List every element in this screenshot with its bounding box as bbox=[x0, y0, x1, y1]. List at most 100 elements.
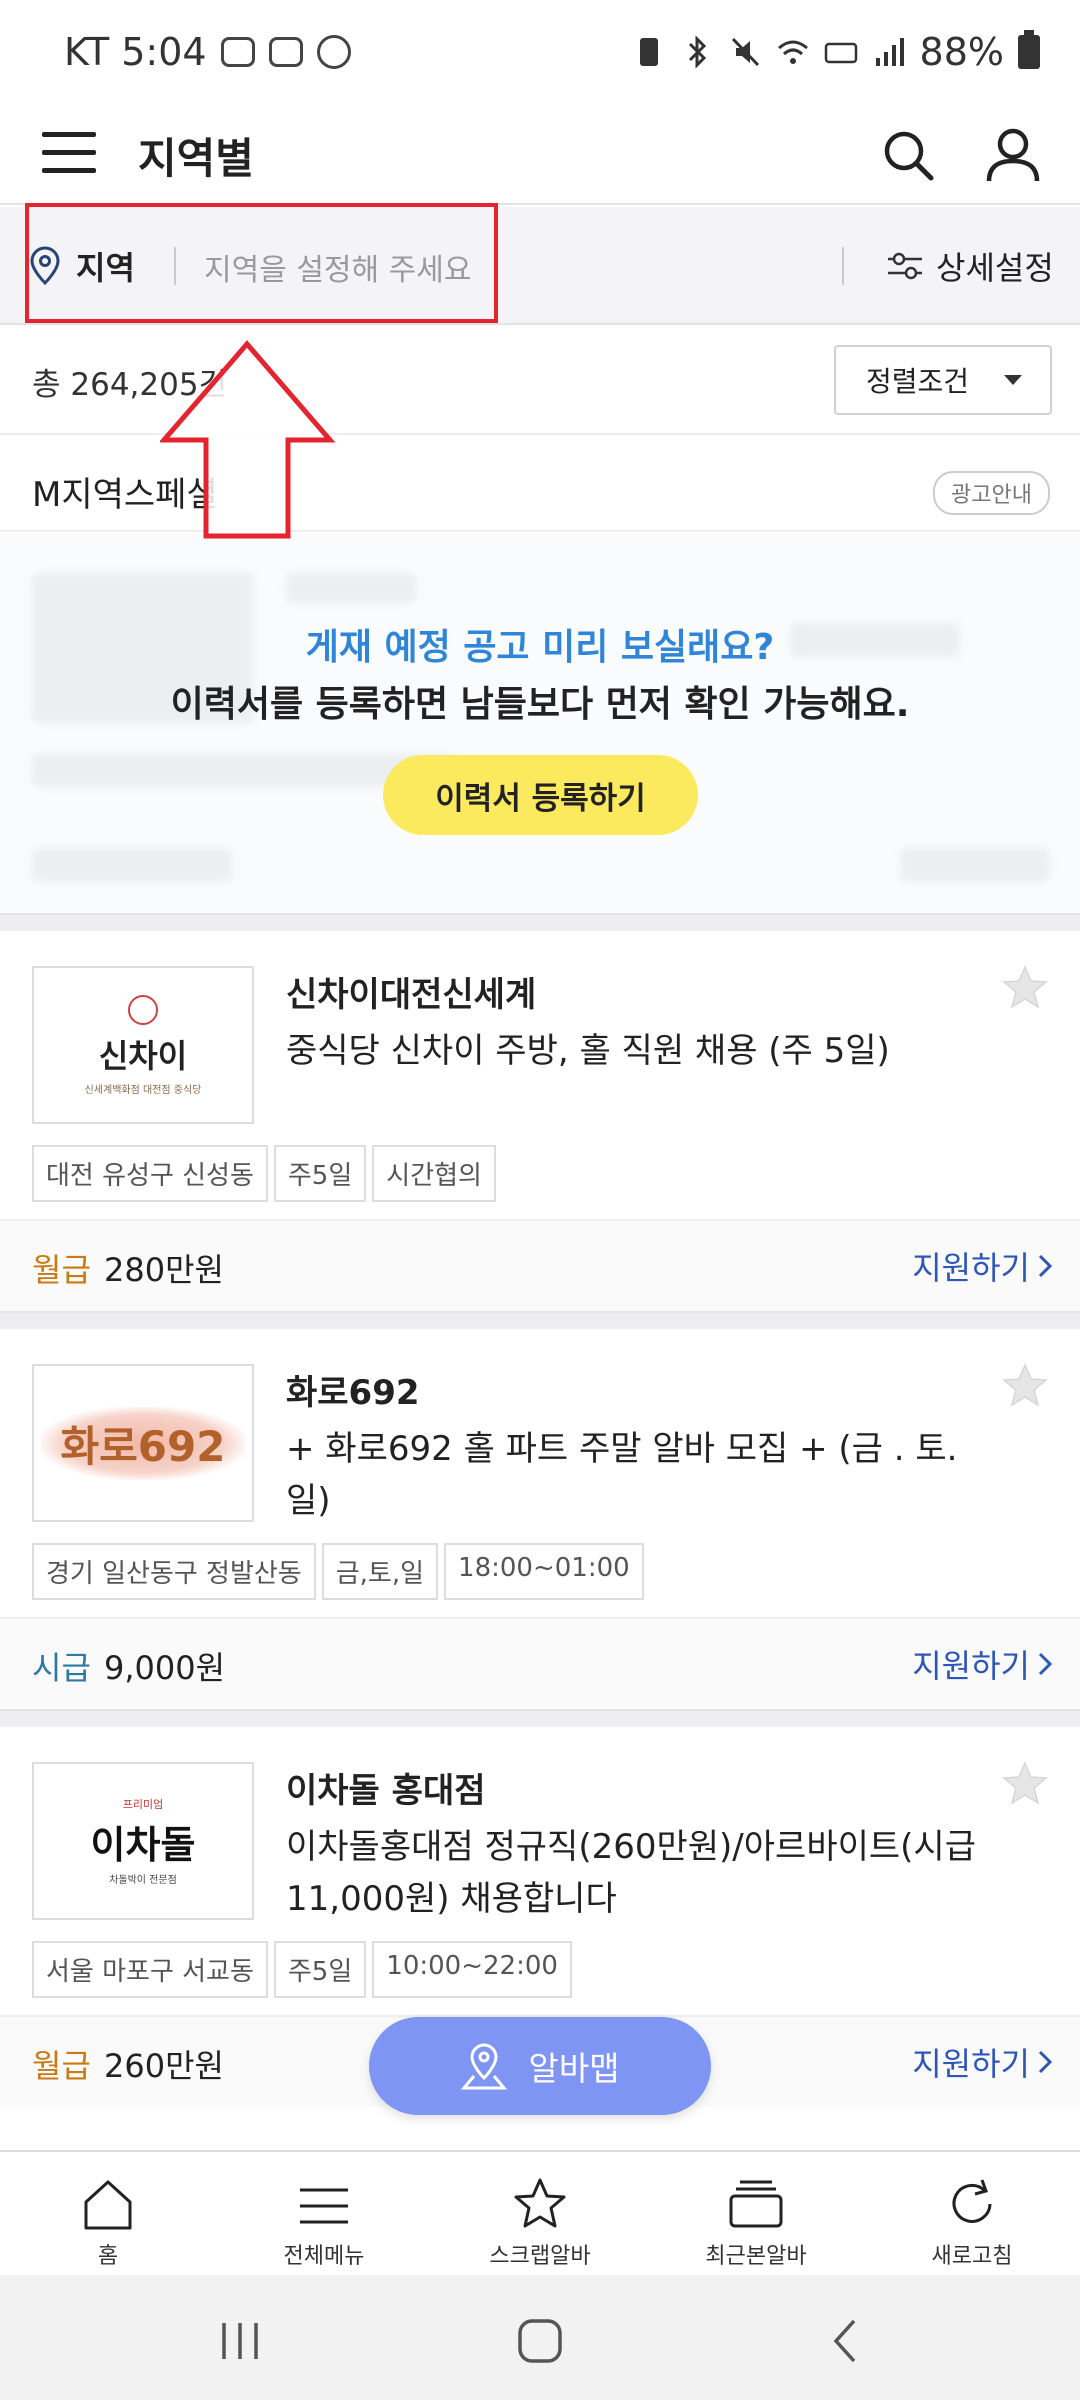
star-icon[interactable] bbox=[1000, 963, 1050, 1013]
nav-home[interactable]: 홈 bbox=[0, 2152, 216, 2275]
blurred-text bbox=[900, 848, 1050, 882]
app-header: 지역별 bbox=[0, 105, 1080, 205]
home-button-icon[interactable] bbox=[510, 2311, 570, 2371]
chevron-right-icon bbox=[1038, 1652, 1053, 1676]
nav-label: 새로고침 bbox=[931, 2244, 1013, 2269]
status-bar: KT 5:04 88% bbox=[0, 0, 1080, 105]
chevron-right-icon bbox=[1038, 2050, 1053, 2074]
pay-type: 월급 bbox=[32, 1251, 91, 1289]
caret-down-icon bbox=[1004, 375, 1022, 385]
system-nav-bar bbox=[0, 2275, 1080, 2400]
section-gap bbox=[0, 913, 1080, 931]
promo-message: 이력서를 등록하면 남들보다 먼저 확인 가능해요. bbox=[170, 684, 910, 725]
divider bbox=[174, 247, 176, 285]
recent-apps-icon[interactable] bbox=[210, 2311, 270, 2371]
tag-list: 경기 일산동구 정발산동 금,토,일 18:00~01:00 bbox=[32, 1543, 644, 1600]
section-header: M지역스페셜 광고안내 bbox=[0, 437, 1080, 532]
promo-overlay: 게재 예정 공고 미리 보실래요? 이력서를 등록하면 남들보다 먼저 확인 가… bbox=[0, 533, 1080, 913]
region-placeholder[interactable]: 지역을 설정해 주세요 bbox=[204, 245, 471, 289]
message-notification-icon bbox=[268, 37, 303, 67]
sort-label: 정렬조건 bbox=[866, 365, 970, 398]
logo-text: 신차이 bbox=[98, 1036, 188, 1075]
logo-subtext: 프리미엄 bbox=[122, 1798, 164, 1811]
job-title[interactable]: + 화로692 홀 파트 주말 알바 모집 + (금 . 토. 일) bbox=[286, 1423, 1006, 1527]
status-right: 88% bbox=[632, 30, 1040, 74]
logo-subtext: 차돌박이 전문점 bbox=[109, 1875, 177, 1886]
tag-hours: 시간협의 bbox=[372, 1145, 496, 1202]
chevron-right-icon bbox=[1038, 1254, 1053, 1278]
pay-amount: 9,000원 bbox=[104, 1649, 226, 1687]
nav-scrap[interactable]: 스크랩알바 bbox=[432, 2152, 648, 2275]
tag-list: 대전 유성구 신성동 주5일 시간협의 bbox=[32, 1145, 496, 1202]
ad-info-badge[interactable]: 광고안내 bbox=[933, 471, 1050, 515]
nav-label: 전체메뉴 bbox=[283, 2244, 365, 2269]
page-title: 지역별 bbox=[138, 134, 254, 183]
signal-icon bbox=[875, 38, 904, 66]
refresh-icon bbox=[952, 2179, 992, 2223]
register-resume-button[interactable]: 이력서 등록하기 bbox=[383, 755, 698, 835]
nav-label: 최근본알바 bbox=[705, 2244, 807, 2269]
search-icon[interactable] bbox=[880, 127, 936, 183]
apply-button[interactable]: 지원하기 bbox=[912, 2039, 1054, 2085]
job-title[interactable]: 이차돌홍대점 정규직(260만원)/아르바이트(시급11,000원) 채용합니다 bbox=[286, 1821, 1006, 1925]
status-left: KT 5:04 bbox=[64, 30, 351, 74]
battery-percent: 88% bbox=[919, 30, 1004, 74]
region-label: 지역 bbox=[76, 249, 135, 287]
job-card[interactable]: 신차이 신세계백화점 대전점 중식당 신차이대전신세계 중식당 신차이 주방, … bbox=[0, 933, 1080, 1311]
star-icon bbox=[514, 2178, 566, 2228]
star-icon[interactable] bbox=[1000, 1361, 1050, 1411]
detail-settings-label: 상세설정 bbox=[936, 249, 1054, 287]
nav-label: 홈 bbox=[97, 2244, 119, 2269]
nav-all-menu[interactable]: 전체메뉴 bbox=[216, 2152, 432, 2275]
bottom-nav: 홈 전체메뉴 스크랩알바 최근본알바 새로고침 bbox=[0, 2150, 1080, 2275]
sort-dropdown[interactable]: 정렬조건 bbox=[834, 345, 1052, 415]
pay-type: 시급 bbox=[32, 1649, 91, 1687]
company-name: 이차돌 홍대점 bbox=[286, 1771, 486, 1811]
star-icon[interactable] bbox=[1000, 1759, 1050, 1809]
map-pin-icon bbox=[461, 2043, 508, 2090]
tag-location: 서울 마포구 서교동 bbox=[32, 1941, 268, 1998]
filter-bar: 지역 지역을 설정해 주세요 상세설정 bbox=[0, 207, 1080, 325]
apply-label: 지원하기 bbox=[912, 2045, 1030, 2083]
location-pin-icon bbox=[30, 246, 60, 286]
divider bbox=[842, 247, 844, 285]
tag-days: 주5일 bbox=[273, 1941, 367, 1998]
nav-recent[interactable]: 최근본알바 bbox=[648, 2152, 864, 2275]
home-icon bbox=[84, 2180, 132, 2230]
bluetooth-icon bbox=[688, 35, 706, 69]
logo-text: 이차돌 bbox=[90, 1822, 196, 1867]
results-bar: 총 264,205건 정렬조건 bbox=[0, 325, 1080, 435]
region-button[interactable]: 지역 bbox=[28, 207, 135, 325]
company-logo: 프리미엄 이차돌 차돌박이 전문점 bbox=[32, 1762, 254, 1920]
pay-row: 시급 9,000원 지원하기 bbox=[0, 1617, 1080, 1709]
pay-type: 월급 bbox=[32, 2047, 91, 2085]
detail-settings-button[interactable]: 상세설정 bbox=[886, 243, 1054, 289]
apply-button[interactable]: 지원하기 bbox=[912, 1641, 1054, 1687]
logo-subtext: 신세계백화점 대전점 중식당 bbox=[84, 1084, 202, 1096]
tag-days: 금,토,일 bbox=[321, 1543, 439, 1600]
pay-row: 월급 280만원 지원하기 bbox=[0, 1219, 1080, 1311]
user-icon[interactable] bbox=[985, 125, 1041, 185]
job-card[interactable]: 화로692 화로692 + 화로692 홀 파트 주말 알바 모집 + (금 .… bbox=[0, 1331, 1080, 1709]
nav-label: 스크랩알바 bbox=[489, 2244, 591, 2269]
hamburger-menu-icon[interactable] bbox=[42, 132, 96, 178]
mute-icon bbox=[731, 37, 759, 67]
seal-icon bbox=[128, 994, 158, 1025]
back-icon[interactable] bbox=[816, 2311, 876, 2371]
section-gap bbox=[0, 1709, 1080, 1727]
company-name: 화로692 bbox=[286, 1373, 420, 1413]
blurred-text bbox=[286, 573, 416, 603]
map-button-label: 알바맵 bbox=[528, 2049, 620, 2088]
job-title[interactable]: 중식당 신차이 주방, 홀 직원 채용 (주 5일) bbox=[286, 1025, 1006, 1077]
carrier-time: KT 5:04 bbox=[64, 30, 207, 74]
alba-map-button[interactable]: 알바맵 bbox=[369, 2017, 711, 2115]
pay-amount: 280만원 bbox=[104, 1251, 224, 1289]
tag-days: 주5일 bbox=[273, 1145, 367, 1202]
nav-refresh[interactable]: 새로고침 bbox=[864, 2152, 1080, 2275]
pay-amount: 260만원 bbox=[104, 2047, 224, 2085]
company-logo: 신차이 신세계백화점 대전점 중식당 bbox=[32, 966, 254, 1124]
company-name: 신차이대전신세계 bbox=[286, 975, 537, 1015]
apply-button[interactable]: 지원하기 bbox=[912, 1243, 1054, 1289]
tag-hours: 18:00~01:00 bbox=[444, 1543, 644, 1600]
wifi-icon bbox=[777, 40, 808, 64]
